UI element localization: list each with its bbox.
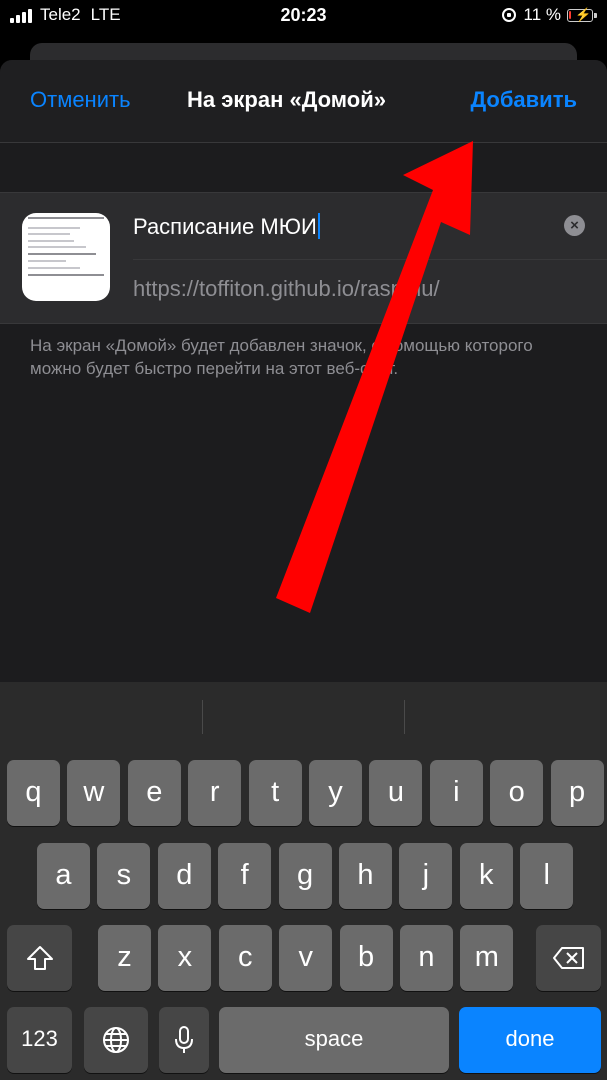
key-q[interactable]: q (7, 760, 60, 826)
bookmark-form: Расписание МЮИ × https://toffiton.github… (0, 192, 607, 324)
globe-icon[interactable] (84, 1007, 148, 1073)
key-c[interactable]: c (218, 925, 272, 991)
space-key[interactable]: space (219, 1007, 449, 1073)
key-h[interactable]: h (339, 843, 392, 909)
key-x[interactable]: x (158, 925, 212, 991)
backspace-key[interactable] (536, 925, 601, 991)
key-p[interactable]: p (550, 760, 604, 826)
key-z[interactable]: z (98, 925, 151, 991)
key-r[interactable]: r (188, 760, 242, 826)
text-cursor (317, 213, 320, 239)
cancel-button[interactable]: Отменить (30, 87, 131, 113)
key-b[interactable]: b (339, 925, 393, 991)
key-y[interactable]: y (309, 760, 362, 826)
orientation-lock-icon (501, 8, 516, 22)
key-m[interactable]: m (460, 925, 514, 991)
url-label: https://toffiton.github.io/raspmu/ (133, 276, 440, 301)
key-w[interactable]: w (67, 760, 121, 826)
battery-icon: ⚡ (567, 7, 593, 22)
key-k[interactable]: k (459, 843, 513, 909)
key-l[interactable]: l (520, 843, 574, 909)
key-o[interactable]: o (490, 760, 544, 826)
suggestion-separator (404, 700, 405, 734)
key-g[interactable]: g (278, 843, 332, 909)
suggestion-separator (202, 700, 203, 734)
field-divider (133, 259, 607, 260)
key-j[interactable]: j (399, 843, 453, 909)
sheet-title: На экран «Домой» (187, 87, 386, 112)
numbers-key[interactable]: 123 (7, 1007, 72, 1073)
key-f[interactable]: f (218, 843, 272, 909)
keyboard: qwertyuiop asdfghjkl zxcvbnm 123 space don… (0, 682, 607, 1080)
microphone-icon[interactable] (159, 1007, 209, 1073)
shift-key[interactable] (7, 925, 72, 991)
status-bar: Tele2 LTE 20:23 11 % ⚡ (0, 0, 607, 34)
navigation-bar: Отменить На экран «Домой» Добавить (0, 60, 607, 143)
key-v[interactable]: v (279, 925, 333, 991)
key-u[interactable]: u (369, 760, 423, 826)
clear-text-icon[interactable]: × (564, 215, 585, 236)
battery-percent: 11 % (523, 5, 562, 24)
key-s[interactable]: s (97, 843, 151, 909)
name-input-value: Расписание МЮИ (133, 214, 317, 239)
site-icon-thumbnail (22, 213, 110, 301)
done-key[interactable]: done (459, 1007, 601, 1073)
key-d[interactable]: d (157, 843, 211, 909)
name-input[interactable]: Расписание МЮИ (133, 213, 320, 240)
key-a[interactable]: a (37, 843, 90, 909)
key-e[interactable]: e (127, 760, 181, 826)
key-t[interactable]: t (248, 760, 302, 826)
key-n[interactable]: n (400, 925, 453, 991)
hint-text: На экран «Домой» будет добавлен значок, … (30, 336, 533, 378)
key-i[interactable]: i (429, 760, 483, 826)
add-button[interactable]: Добавить (470, 87, 577, 113)
